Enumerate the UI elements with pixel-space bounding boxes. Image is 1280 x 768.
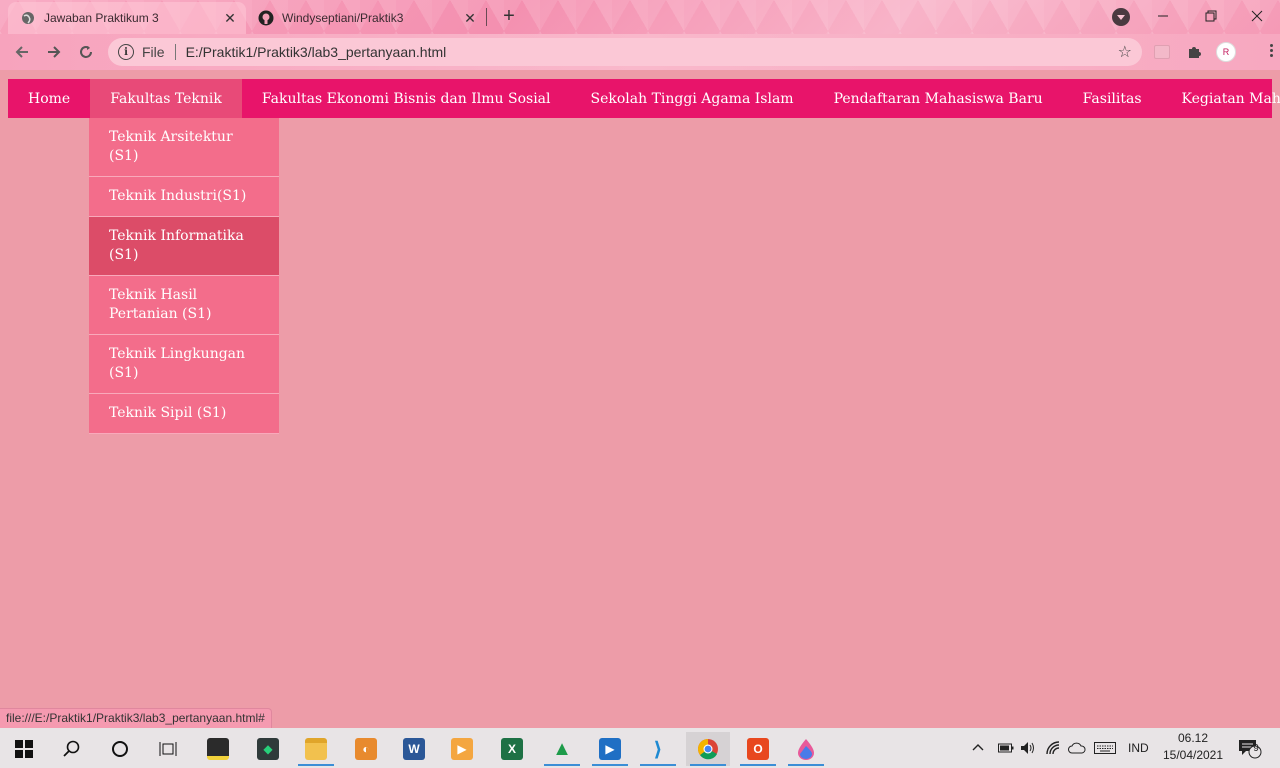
search-icon[interactable]	[50, 732, 94, 766]
windows-taskbar: ◆ ◐ W ▶ X ▲ ▶ ⟩ O IND 06.12 15/04/2021 9	[0, 728, 1280, 768]
tab-divider	[486, 8, 487, 26]
globe-icon	[20, 10, 36, 26]
onedrive-icon[interactable]	[1068, 728, 1086, 768]
keyboard-icon[interactable]	[1094, 728, 1116, 768]
tab-title: Jawaban Praktikum 3	[44, 11, 159, 25]
bookmark-star-icon[interactable]: ☆	[1118, 42, 1132, 62]
vscode-icon[interactable]: ⟩	[636, 732, 680, 766]
volume-icon[interactable]	[1020, 728, 1036, 768]
menu-pendaftaran[interactable]: Pendaftaran Mahasiswa Baru	[814, 79, 1063, 118]
wifi-icon[interactable]	[1046, 728, 1062, 768]
video-app-icon[interactable]: ▶	[588, 732, 632, 766]
notification-center-icon[interactable]: 9	[1238, 728, 1262, 768]
clock-time: 06.12	[1177, 731, 1209, 745]
menu-home[interactable]: Home	[8, 79, 90, 118]
tab-jawaban-praktikum[interactable]: Jawaban Praktikum 3 ✕	[8, 2, 246, 34]
extension-icon[interactable]	[1152, 42, 1172, 62]
file-explorer-icon[interactable]	[294, 732, 338, 766]
chrome-icon[interactable]	[686, 732, 730, 766]
browser-tab-strip: Jawaban Praktikum 3 ✕ Windyseptiani/Prak…	[0, 0, 1280, 34]
menu-fasilitas[interactable]: Fasilitas	[1063, 79, 1162, 118]
close-window-button[interactable]	[1234, 0, 1280, 32]
browser-toolbar: i File E:/Praktik1/Praktik3/lab3_pertany…	[0, 34, 1280, 70]
page-content: Home Fakultas Teknik Fakultas Ekonomi Bi…	[0, 70, 1280, 726]
menu-fakultas-teknik[interactable]: Fakultas Teknik	[90, 79, 242, 118]
windows-start-icon[interactable]	[2, 732, 46, 766]
dropdown-item-lingkungan[interactable]: Teknik Lingkungan (S1)	[89, 335, 279, 394]
taskbar-clock[interactable]: 06.12 15/04/2021	[1160, 730, 1226, 764]
tab-title: Windyseptiani/Praktik3	[282, 11, 404, 25]
address-bar[interactable]: i File E:/Praktik1/Praktik3/lab3_pertany…	[108, 38, 1142, 66]
app-green-triangle-icon[interactable]: ▲	[540, 732, 584, 766]
main-menu: Home Fakultas Teknik Fakultas Ekonomi Bi…	[8, 79, 1280, 118]
dropdown-item-informatika[interactable]: Teknik Informatika (S1)	[89, 217, 279, 276]
menu-kegiatan[interactable]: Kegiatan Mahasiswa	[1162, 79, 1280, 118]
github-icon	[258, 10, 274, 26]
tray-expand-icon[interactable]	[972, 728, 984, 768]
language-indicator[interactable]: IND	[1128, 728, 1149, 768]
app-diamond-icon[interactable]: ◆	[246, 732, 290, 766]
close-icon[interactable]: ✕	[220, 8, 240, 28]
address-url[interactable]: E:/Praktik1/Praktik3/lab3_pertanyaan.htm…	[186, 44, 447, 60]
back-icon[interactable]	[10, 40, 34, 64]
sticky-notes-icon[interactable]	[196, 732, 240, 766]
task-view-icon[interactable]	[146, 732, 190, 766]
excel-icon[interactable]: X	[490, 732, 534, 766]
new-tab-button[interactable]: +	[498, 6, 520, 28]
word-icon[interactable]: W	[392, 732, 436, 766]
restore-button[interactable]	[1188, 0, 1234, 32]
address-divider	[174, 44, 176, 60]
dropdown-item-industri[interactable]: Teknik Industri(S1)	[89, 177, 279, 217]
tab-github[interactable]: Windyseptiani/Praktik3 ✕	[248, 2, 486, 34]
address-scheme: File	[142, 44, 165, 60]
reload-icon[interactable]	[74, 40, 98, 64]
battery-icon[interactable]	[998, 728, 1014, 768]
info-icon[interactable]: i	[118, 44, 134, 60]
app-orange-icon[interactable]: ◐	[344, 732, 388, 766]
forward-icon[interactable]	[42, 40, 66, 64]
extensions-puzzle-icon[interactable]	[1184, 42, 1204, 62]
profile-avatar[interactable]: R	[1216, 42, 1236, 62]
cortana-icon[interactable]	[98, 732, 142, 766]
media-player-icon[interactable]: ▶	[440, 732, 484, 766]
minimize-button[interactable]	[1140, 0, 1186, 32]
menu-fakultas-ekonomi[interactable]: Fakultas Ekonomi Bisnis dan Ilmu Sosial	[242, 79, 571, 118]
notification-count: 9	[1253, 743, 1259, 754]
close-icon[interactable]: ✕	[460, 8, 480, 28]
fakultas-teknik-dropdown: Teknik Arsitektur (S1) Teknik Industri(S…	[89, 118, 279, 434]
app-drop-icon[interactable]	[784, 732, 828, 766]
dropdown-item-sipil[interactable]: Teknik Sipil (S1)	[89, 394, 279, 434]
dropdown-item-arsitektur[interactable]: Teknik Arsitektur (S1)	[89, 118, 279, 177]
dropdown-item-hasil-pertanian[interactable]: Teknik Hasil Pertanian (S1)	[89, 276, 279, 335]
menu-stai[interactable]: Sekolah Tinggi Agama Islam	[571, 79, 814, 118]
office-icon[interactable]: O	[736, 732, 780, 766]
link-status-bar: file:///E:/Praktik1/Praktik3/lab3_pertan…	[0, 708, 272, 728]
tab-search-icon[interactable]	[1112, 8, 1130, 26]
menu-kebab-icon[interactable]	[1268, 42, 1274, 62]
clock-date: 15/04/2021	[1162, 748, 1224, 762]
